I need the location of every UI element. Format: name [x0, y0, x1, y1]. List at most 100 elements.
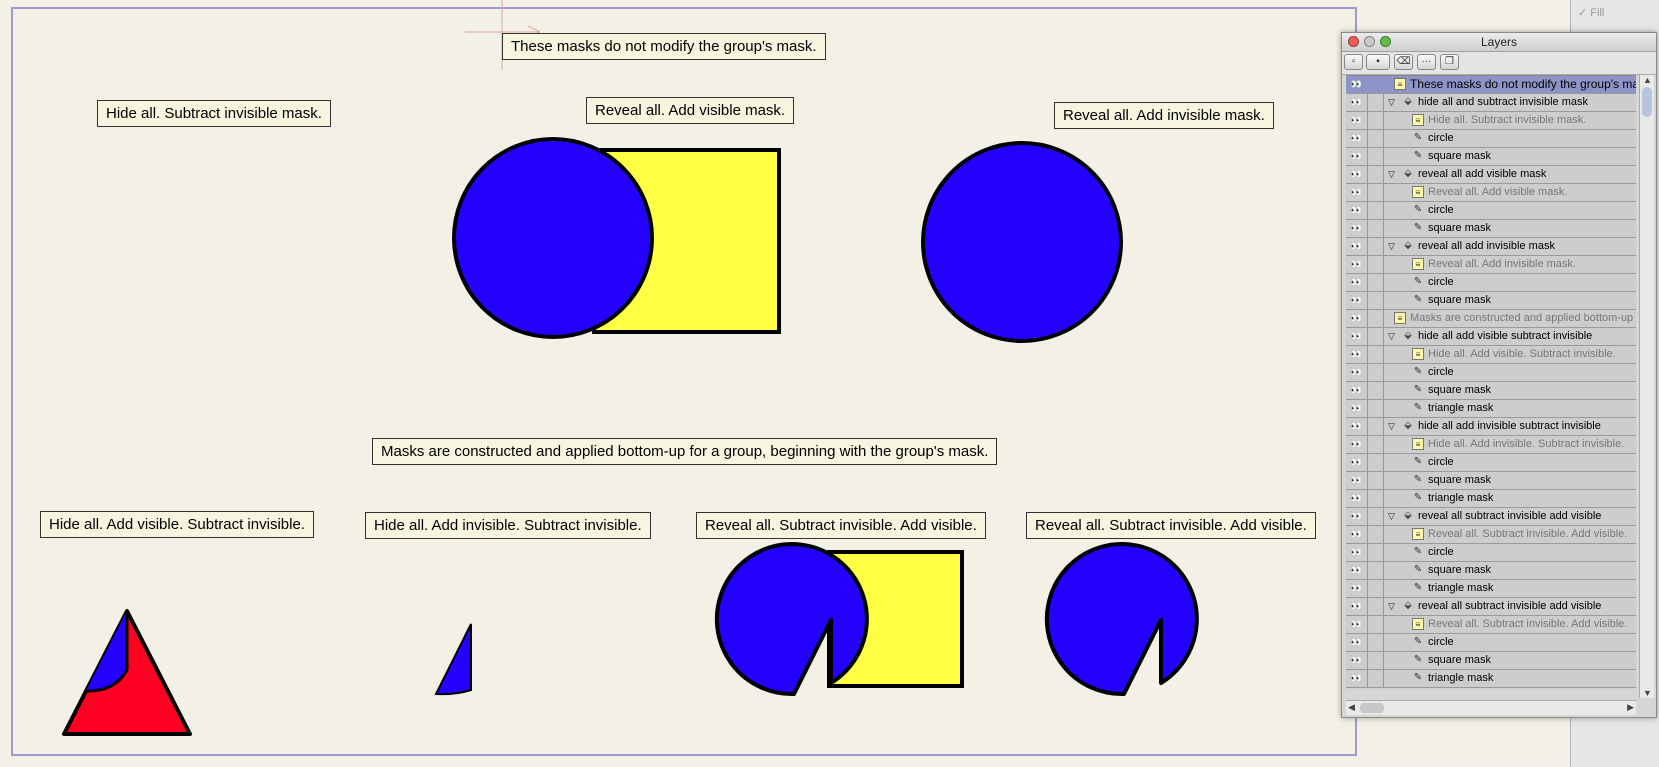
- visibility-eye-icon[interactable]: 👀: [1346, 598, 1368, 615]
- layer-row[interactable]: 👀 ≡ Hide all. Subtract invisible mask.: [1346, 112, 1636, 130]
- visibility-eye-icon[interactable]: 👀: [1346, 634, 1368, 651]
- lock-toggle[interactable]: [1368, 580, 1384, 597]
- layer-row[interactable]: 👀 ✎ square mask: [1346, 292, 1636, 310]
- visibility-eye-icon[interactable]: 👀: [1346, 472, 1368, 489]
- visibility-eye-icon[interactable]: 👀: [1346, 346, 1368, 363]
- note-hide-add-vis-sub-invis[interactable]: Hide all. Add visible. Subtract invisibl…: [40, 511, 314, 538]
- lock-toggle[interactable]: [1368, 292, 1384, 309]
- note-hide-add-invis-sub-invis[interactable]: Hide all. Add invisible. Subtract invisi…: [365, 512, 651, 539]
- red-triangle-shape[interactable]: [62, 609, 192, 736]
- layer-row[interactable]: 👀 ✎ circle: [1346, 364, 1636, 382]
- lock-toggle[interactable]: [1368, 616, 1384, 633]
- lock-toggle[interactable]: [1368, 436, 1384, 453]
- layer-row[interactable]: 👀 ✎ circle: [1346, 544, 1636, 562]
- layer-row[interactable]: 👀 ✎ square mask: [1346, 472, 1636, 490]
- visibility-eye-icon[interactable]: 👀: [1346, 202, 1368, 219]
- lock-toggle[interactable]: [1368, 418, 1384, 435]
- lock-toggle[interactable]: [1368, 328, 1384, 345]
- lock-toggle[interactable]: [1368, 562, 1384, 579]
- layer-row[interactable]: 👀 ✎ square mask: [1346, 382, 1636, 400]
- visibility-eye-icon[interactable]: 👀: [1346, 220, 1368, 237]
- lock-toggle[interactable]: [1368, 472, 1384, 489]
- layer-row[interactable]: 👀 ✎ square mask: [1346, 148, 1636, 166]
- horizontal-scrollbar[interactable]: ◀ ▶: [1346, 700, 1636, 715]
- layer-row[interactable]: 👀 ✎ triangle mask: [1346, 490, 1636, 508]
- disclosure-triangle-icon[interactable]: ▽: [1388, 328, 1395, 345]
- lock-toggle[interactable]: [1368, 382, 1384, 399]
- layer-list[interactable]: 👀 ≡ These masks do not modify the group's …: [1346, 75, 1636, 689]
- new-layer-icon[interactable]: ▫: [1344, 54, 1363, 70]
- visibility-eye-icon[interactable]: 👀: [1346, 166, 1368, 183]
- layer-row[interactable]: 👀 ≡ Reveal all. Subtract invisible. Add vi…: [1346, 526, 1636, 544]
- layer-group-row[interactable]: 👀 ▽ ⬙ reveal all subtract invisible add vis…: [1346, 598, 1636, 616]
- lock-toggle[interactable]: [1368, 400, 1384, 417]
- lock-toggle[interactable]: [1368, 670, 1384, 687]
- lock-toggle[interactable]: [1368, 526, 1384, 543]
- layer-row[interactable]: 👀 ✎ square mask: [1346, 562, 1636, 580]
- visibility-eye-icon[interactable]: 👀: [1346, 184, 1368, 201]
- lock-toggle[interactable]: [1368, 490, 1384, 507]
- layer-row[interactable]: 👀 ✎ triangle mask: [1346, 670, 1636, 688]
- lock-toggle[interactable]: [1368, 454, 1384, 471]
- note-reveal-sub-invis-add-vis-2[interactable]: Reveal all. Subtract invisible. Add visi…: [1026, 512, 1316, 539]
- layer-row[interactable]: 👀 ✎ triangle mask: [1346, 580, 1636, 598]
- disclosure-triangle-icon[interactable]: ▽: [1388, 418, 1395, 435]
- lock-toggle[interactable]: [1368, 310, 1384, 327]
- lock-toggle[interactable]: [1368, 184, 1384, 201]
- lock-toggle[interactable]: [1368, 598, 1384, 615]
- layer-group-row[interactable]: 👀 ▽ ⬙ hide all add invisible subtract invis…: [1346, 418, 1636, 436]
- fill-label[interactable]: ✓ Fill: [1578, 6, 1604, 19]
- layer-row[interactable]: 👀 ≡ Reveal all. Add invisible mask.: [1346, 256, 1636, 274]
- layer-group-row[interactable]: 👀 ▽ ⬙ reveal all add invisible mask: [1346, 238, 1636, 256]
- scroll-left-icon[interactable]: ◀: [1348, 702, 1355, 713]
- lock-toggle[interactable]: [1368, 508, 1384, 525]
- disclosure-triangle-icon[interactable]: ▽: [1388, 166, 1395, 183]
- disclosure-triangle-icon[interactable]: ▽: [1388, 508, 1395, 525]
- layer-row[interactable]: 👀 ≡ Hide all. Add visible. Subtract invisi…: [1346, 346, 1636, 364]
- lock-toggle[interactable]: [1368, 238, 1384, 255]
- blue-circle-pacman-2[interactable]: [1044, 542, 1199, 697]
- layer-row[interactable]: 👀 ✎ triangle mask: [1346, 400, 1636, 418]
- visibility-eye-icon[interactable]: 👀: [1346, 94, 1368, 111]
- lock-toggle[interactable]: [1368, 148, 1384, 165]
- layer-group-row[interactable]: 👀 ▽ ⬙ reveal all subtract invisible add vis…: [1346, 508, 1636, 526]
- blue-circle-1[interactable]: [452, 137, 654, 339]
- visibility-eye-icon[interactable]: 👀: [1346, 310, 1368, 327]
- blue-circle-2[interactable]: [921, 141, 1123, 343]
- note-reveal-sub-invis-add-vis-1[interactable]: Reveal all. Subtract invisible. Add visi…: [696, 512, 986, 539]
- new-group-icon[interactable]: ▪: [1366, 54, 1390, 70]
- layer-row[interactable]: 👀 ✎ circle: [1346, 634, 1636, 652]
- layer-row[interactable]: 👀 ≡ Hide all. Add invisible. Subtract invi…: [1346, 436, 1636, 454]
- visibility-eye-icon[interactable]: 👀: [1346, 562, 1368, 579]
- layer-row[interactable]: 👀 ✎ circle: [1346, 130, 1636, 148]
- layer-row[interactable]: 👀 ≡ Reveal all. Add visible mask.: [1346, 184, 1636, 202]
- visibility-eye-icon[interactable]: 👀: [1346, 616, 1368, 633]
- visibility-eye-icon[interactable]: 👀: [1346, 670, 1368, 687]
- visibility-eye-icon[interactable]: 👀: [1346, 508, 1368, 525]
- lock-toggle[interactable]: [1368, 364, 1384, 381]
- note-hide-subtract[interactable]: Hide all. Subtract invisible mask.: [97, 100, 331, 127]
- layer-row[interactable]: 👀 ≡ Reveal all. Subtract invisible. Add vi…: [1346, 616, 1636, 634]
- blue-circle-pacman-1[interactable]: [714, 542, 869, 697]
- scroll-right-icon[interactable]: ▶: [1627, 702, 1634, 713]
- lock-toggle[interactable]: [1368, 166, 1384, 183]
- lock-toggle[interactable]: [1368, 274, 1384, 291]
- visibility-eye-icon[interactable]: 👀: [1346, 580, 1368, 597]
- visibility-eye-icon[interactable]: 👀: [1346, 490, 1368, 507]
- disclosure-triangle-icon[interactable]: ▽: [1388, 598, 1395, 615]
- scroll-up-icon[interactable]: ▲: [1643, 75, 1652, 85]
- layer-row[interactable]: 👀 ✎ circle: [1346, 202, 1636, 220]
- lock-toggle[interactable]: [1368, 544, 1384, 561]
- more-options-button[interactable]: ···: [1417, 54, 1436, 70]
- lock-toggle[interactable]: [1368, 220, 1384, 237]
- visibility-eye-icon[interactable]: 👀: [1346, 652, 1368, 669]
- duplicate-icon[interactable]: ❐: [1440, 54, 1459, 70]
- visibility-eye-icon[interactable]: 👀: [1346, 76, 1368, 93]
- note-reveal-add-invisible[interactable]: Reveal all. Add invisible mask.: [1054, 102, 1274, 129]
- visibility-eye-icon[interactable]: 👀: [1346, 112, 1368, 129]
- note-reveal-add-visible[interactable]: Reveal all. Add visible mask.: [586, 97, 795, 124]
- layer-row[interactable]: 👀 ≡ Masks are constructed and applied bott…: [1346, 310, 1636, 328]
- layers-titlebar[interactable]: Layers: [1342, 33, 1656, 52]
- horizontal-scroll-thumb[interactable]: [1360, 703, 1384, 713]
- visibility-eye-icon[interactable]: 👀: [1346, 238, 1368, 255]
